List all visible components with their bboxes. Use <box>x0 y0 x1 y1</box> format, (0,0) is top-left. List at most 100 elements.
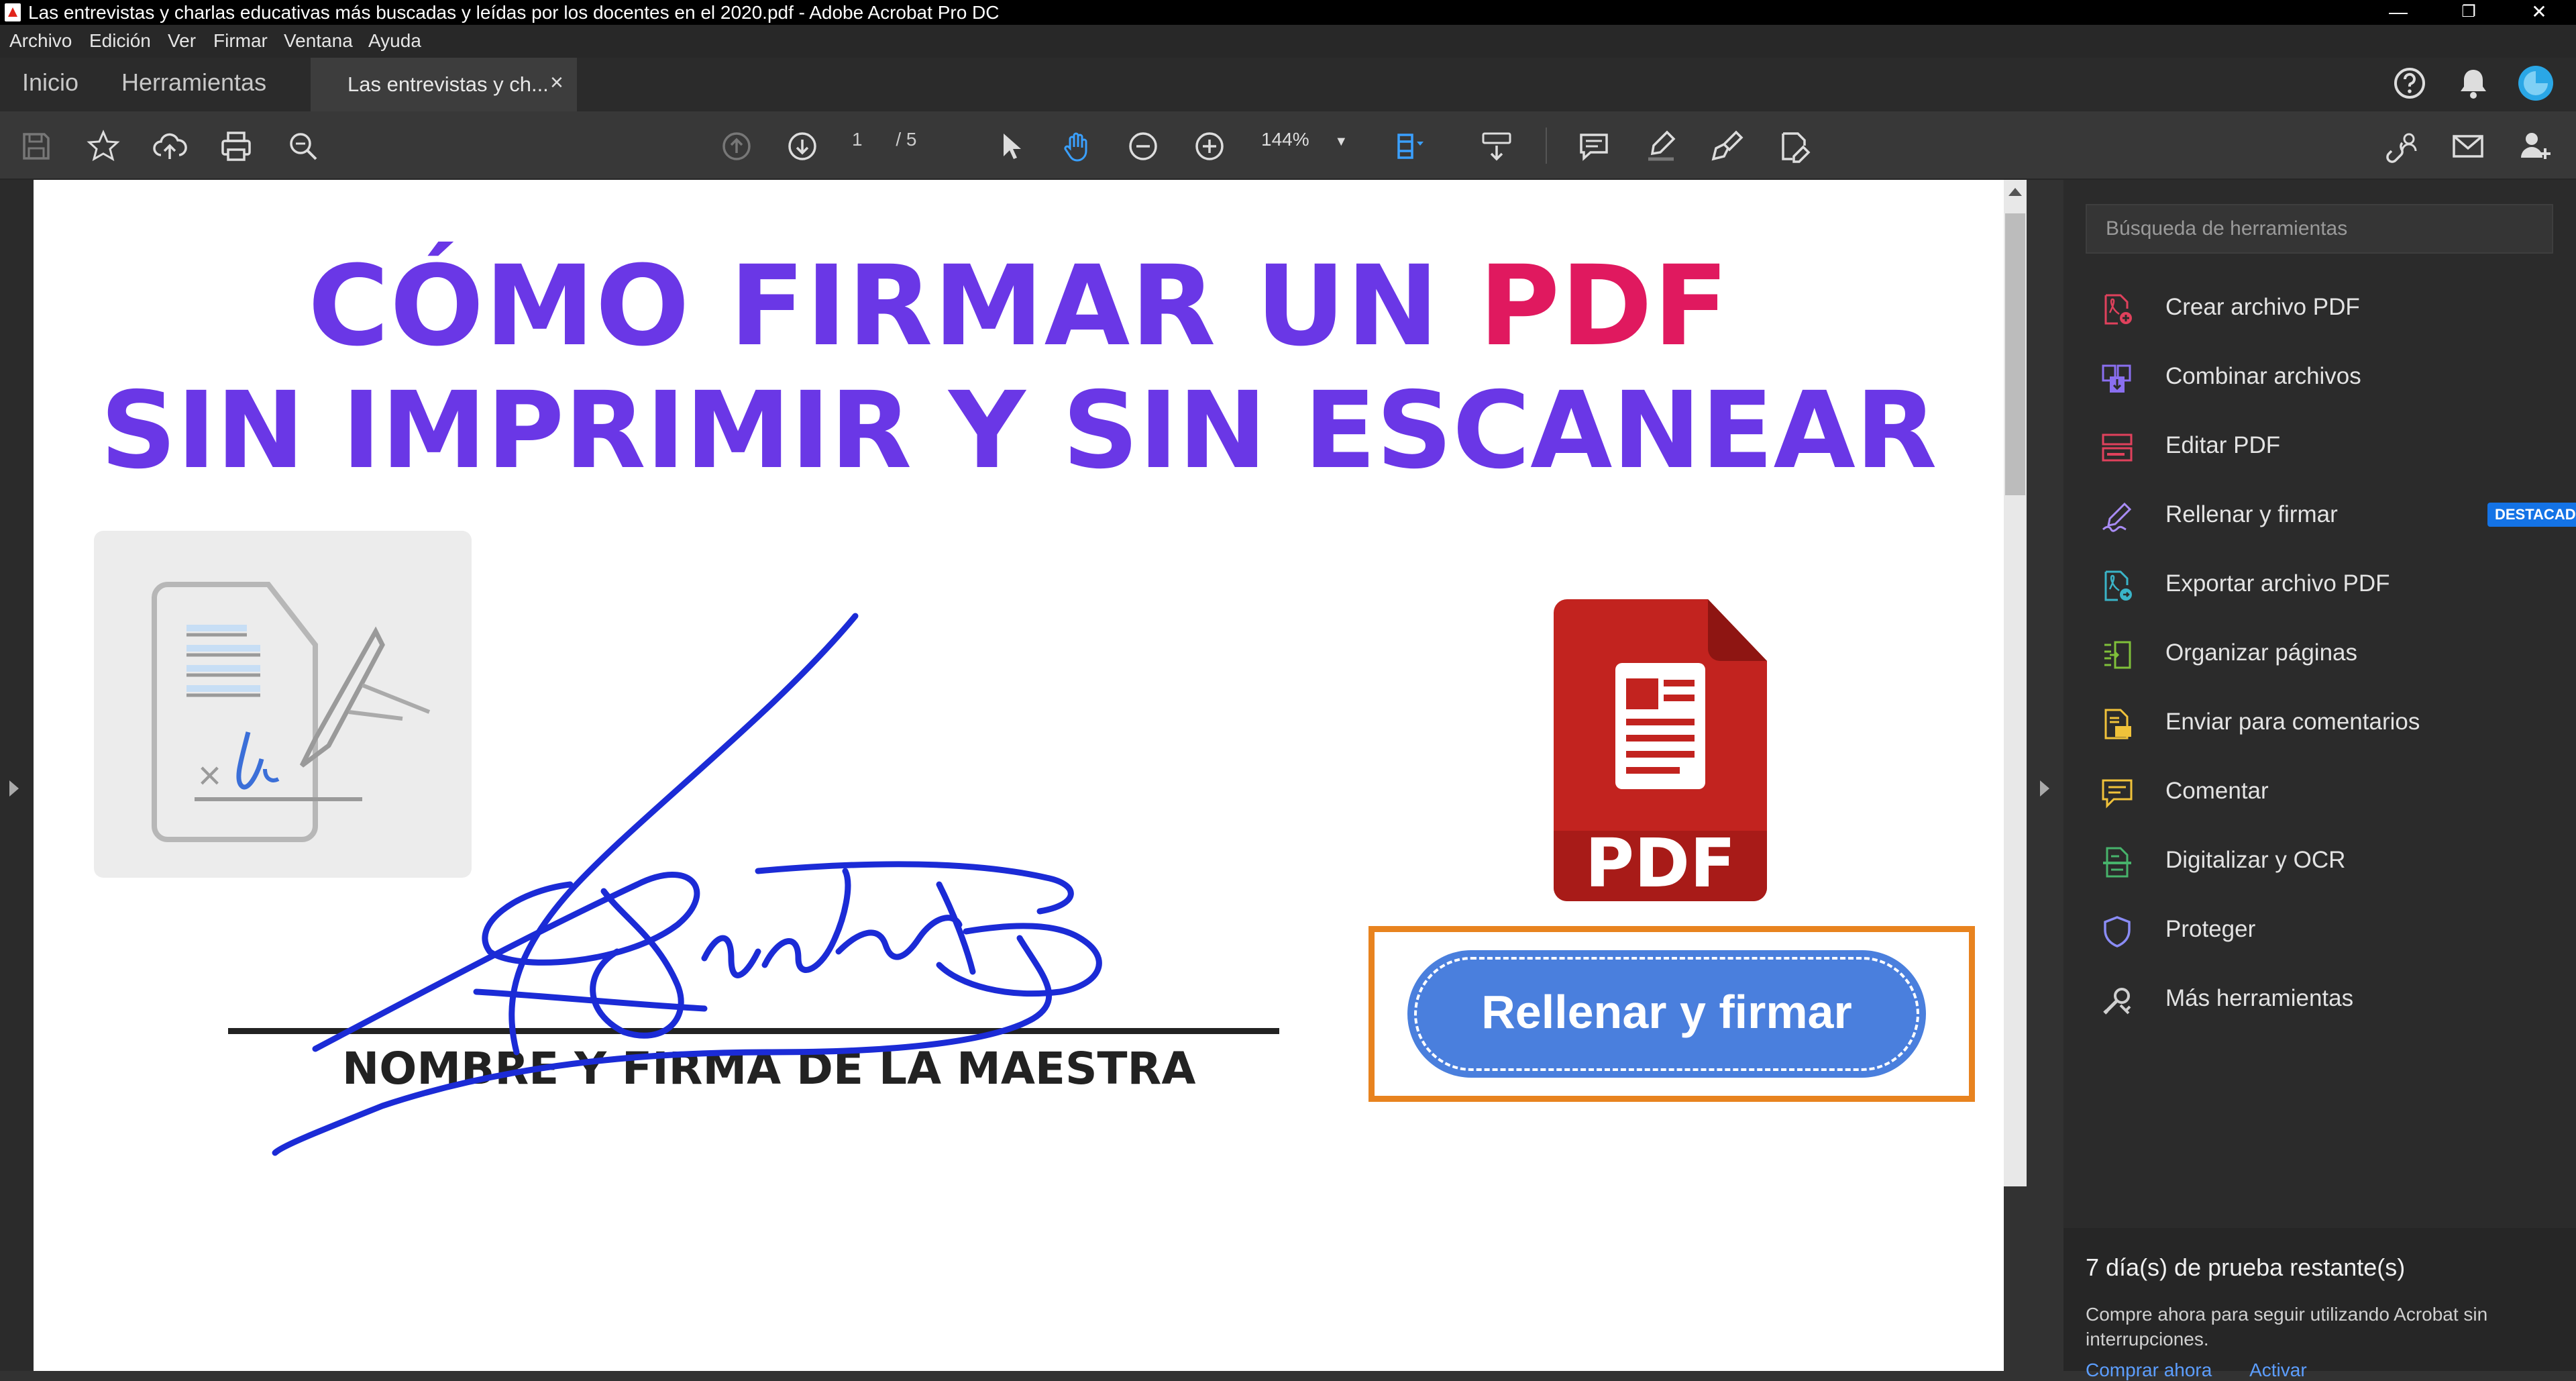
right-pane-divider <box>2027 180 2063 1371</box>
window-title: Las entrevistas y charlas educativas más… <box>28 2 1000 23</box>
document-scrollbar[interactable] <box>2004 180 2027 1186</box>
cursor-arrow-icon <box>1004 134 1021 159</box>
highlight-button[interactable] <box>1641 126 1681 166</box>
save-button[interactable] <box>16 126 56 166</box>
menu-edicion[interactable]: Edición <box>89 30 151 52</box>
tool-label: Proteger <box>2165 916 2256 942</box>
tool-mas-herramientas[interactable]: Más herramientas <box>2100 977 2557 1024</box>
menu-firmar[interactable]: Firmar <box>213 30 268 52</box>
menu-bar: Archivo Edición Ver Firmar Ventana Ayuda <box>0 25 2576 58</box>
tool-exportar-archivo-pdf[interactable]: Exportar archivo PDF <box>2100 562 2557 609</box>
sign-button[interactable] <box>1707 126 1748 166</box>
expand-left-pane-icon[interactable] <box>9 780 19 797</box>
trial-links: Comprar ahora Activar <box>2086 1360 2307 1381</box>
tool-digitalizar-y-ocr[interactable]: Digitalizar y OCR <box>2100 839 2557 886</box>
search-button[interactable] <box>283 126 323 166</box>
tool-organizar-paginas[interactable]: Organizar páginas <box>2100 631 2557 678</box>
restore-button[interactable]: ❐ <box>2432 0 2506 25</box>
page-total: / 5 <box>896 129 917 150</box>
zoom-out-button[interactable] <box>1123 126 1163 166</box>
chevron-down-icon: ▼ <box>1334 134 1348 149</box>
tool-label: Combinar archivos <box>2165 363 2361 389</box>
upload-cloud-button[interactable] <box>150 126 190 166</box>
add-user-icon <box>2521 133 2551 159</box>
scrolling-mode-button[interactable] <box>1477 126 1517 166</box>
printer-icon <box>221 132 251 161</box>
trial-notice: 7 día(s) de prueba restante(s) Compre ah… <box>2063 1228 2576 1380</box>
arrow-up-circle-icon <box>722 132 751 160</box>
collapse-right-pane-icon[interactable] <box>2040 780 2049 797</box>
previous-page-button[interactable] <box>716 126 757 166</box>
create-pdf-icon <box>2104 294 2132 325</box>
page-indicator: 1 / 5 <box>852 129 917 150</box>
tab-document[interactable]: Las entrevistas y ch... × <box>311 58 577 111</box>
tab-inicio[interactable]: Inicio <box>22 68 78 97</box>
next-page-button[interactable] <box>782 126 822 166</box>
tool-rellenar-y-firmar[interactable]: Rellenar y firmar DESTACADA <box>2100 493 2576 540</box>
tool-label: Rellenar y firmar <box>2165 501 2338 527</box>
scrollbar-thumb[interactable] <box>2005 213 2025 495</box>
keyboard-scroll-icon <box>1482 132 1511 161</box>
main-toolbar: 1 / 5 144% ▼ <box>0 111 2576 180</box>
bookmark-button[interactable] <box>83 126 123 166</box>
link-user-icon <box>2386 133 2417 163</box>
select-tool-button[interactable] <box>990 126 1030 166</box>
left-navigation-pane[interactable] <box>0 180 34 1371</box>
zoom-in-button[interactable] <box>1189 126 1230 166</box>
organize-pages-icon <box>2104 641 2131 669</box>
email-button[interactable] <box>2448 126 2488 166</box>
help-icon[interactable] <box>2391 64 2428 102</box>
tool-crear-archivo-pdf[interactable]: Crear archivo PDF <box>2100 286 2557 333</box>
star-icon <box>87 130 120 162</box>
menu-archivo[interactable]: Archivo <box>9 30 72 52</box>
hand-tool-button[interactable] <box>1057 126 1097 166</box>
menu-ver[interactable]: Ver <box>168 30 196 52</box>
menu-ventana[interactable]: Ventana <box>284 30 353 52</box>
scroll-up-arrow-icon[interactable] <box>2008 188 2022 196</box>
tool-label: Organizar páginas <box>2165 640 2357 666</box>
save-icon <box>23 133 50 160</box>
tools-search-input[interactable]: Búsqueda de herramientas <box>2086 204 2553 254</box>
tab-bar: Inicio Herramientas Las entrevistas y ch… <box>0 58 2576 111</box>
add-user-button[interactable] <box>2515 126 2555 166</box>
close-tab-icon[interactable]: × <box>550 70 564 96</box>
menu-ayuda[interactable]: Ayuda <box>368 30 421 52</box>
close-window-button[interactable]: ✕ <box>2502 0 2576 25</box>
share-link-button[interactable] <box>2381 126 2422 166</box>
fountain-pen-icon <box>1711 130 1743 161</box>
tool-proteger[interactable]: Proteger <box>2100 908 2557 955</box>
tool-editar-pdf[interactable]: Editar PDF <box>2100 424 2557 471</box>
print-button[interactable] <box>216 126 256 166</box>
edit-pdf-button[interactable] <box>1774 126 1815 166</box>
activate-link[interactable]: Activar <box>2249 1360 2307 1380</box>
scan-ocr-icon <box>2103 847 2131 878</box>
tool-combinar-archivos[interactable]: Combinar archivos <box>2100 355 2557 402</box>
tab-herramientas[interactable]: Herramientas <box>121 68 266 97</box>
tool-label: Más herramientas <box>2165 985 2354 1011</box>
export-pdf-icon <box>2104 570 2132 601</box>
buy-now-link[interactable]: Comprar ahora <box>2086 1360 2212 1380</box>
search-zoom-icon <box>290 133 317 160</box>
minimize-button[interactable]: — <box>2361 0 2435 25</box>
tool-comentar[interactable]: Comentar <box>2100 770 2557 817</box>
comment-button[interactable] <box>1574 126 1614 166</box>
handwritten-signature <box>272 613 1102 1156</box>
notifications-bell-icon[interactable] <box>2455 64 2492 102</box>
zoom-level-dropdown[interactable]: 144% ▼ <box>1261 129 1348 150</box>
comment-icon <box>2102 779 2133 809</box>
featured-badge: DESTACADA <box>2487 503 2576 527</box>
tool-label: Comentar <box>2165 778 2269 804</box>
fit-page-button[interactable] <box>1391 126 1432 166</box>
trial-description: Compre ahora para seguir utilizando Acro… <box>2086 1304 2488 1349</box>
user-avatar-icon[interactable] <box>2517 64 2555 102</box>
trial-title: 7 día(s) de prueba restante(s) <box>2086 1254 2406 1281</box>
title-bar: Las entrevistas y charlas educativas más… <box>0 0 2576 25</box>
pdf-page[interactable]: CÓMO FIRMAR UN PDF SIN IMPRIMIR Y SIN ES… <box>34 180 2004 1371</box>
envelope-icon <box>2453 135 2483 158</box>
tool-enviar-para-comentarios[interactable]: Enviar para comentarios <box>2100 701 2557 748</box>
combine-files-icon <box>2102 364 2131 393</box>
zoom-level-value: 144% <box>1261 129 1309 150</box>
edit-pdf-icon <box>2102 433 2133 462</box>
fill-sign-icon <box>2102 502 2132 532</box>
page-number-input[interactable]: 1 <box>852 129 863 150</box>
